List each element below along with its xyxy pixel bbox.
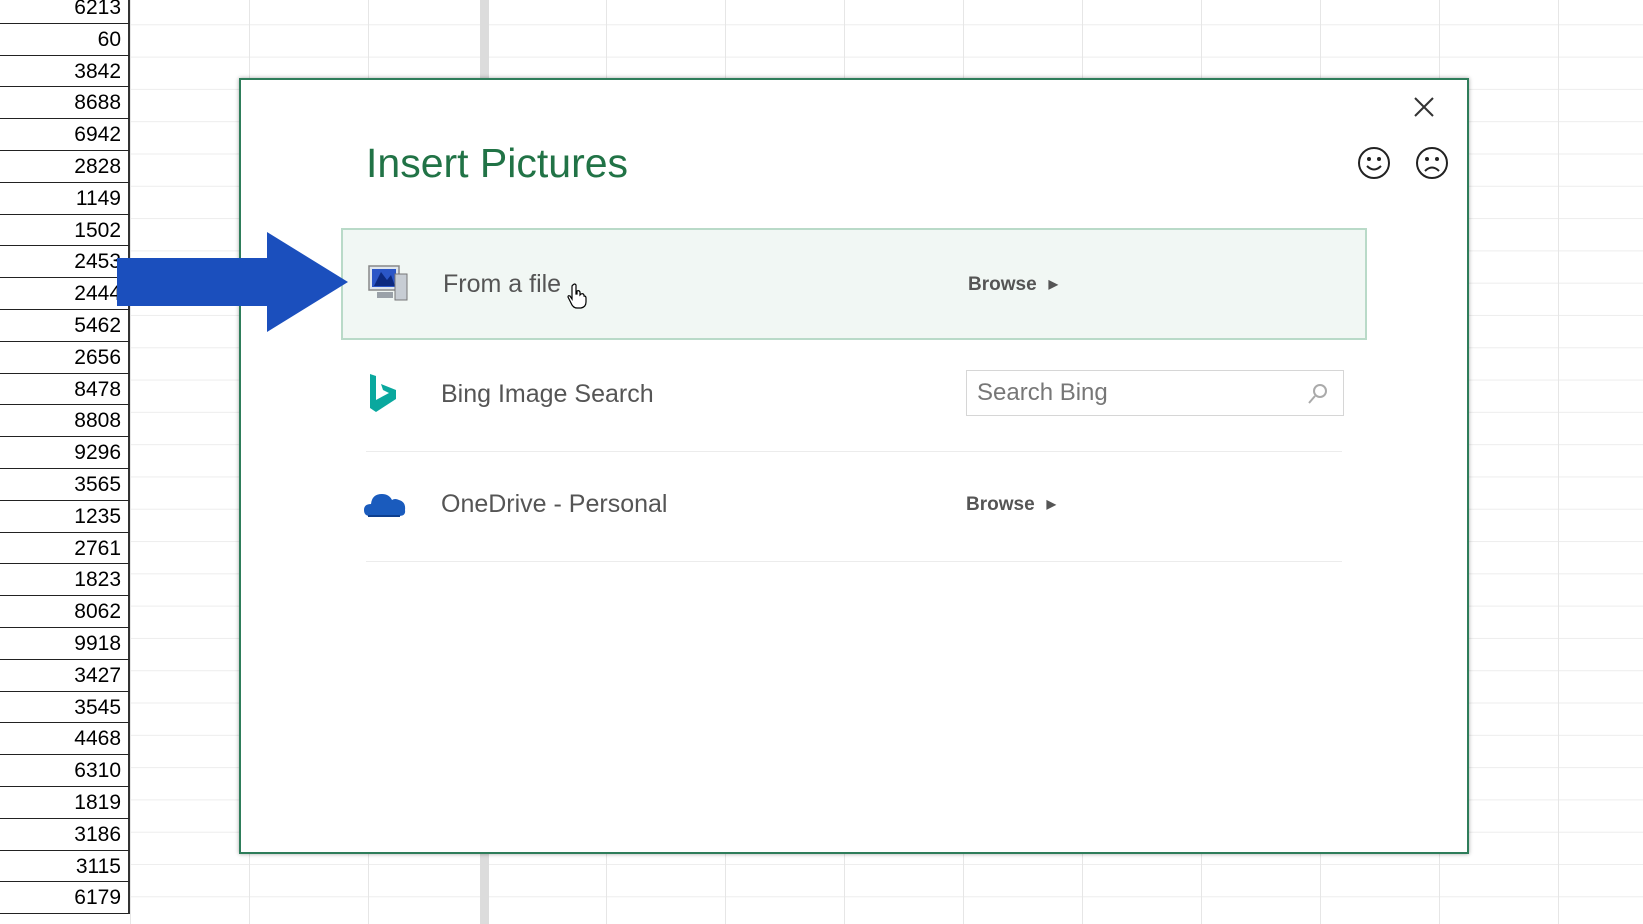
onedrive-browse-link[interactable]: Browse ▶ [966, 494, 1056, 516]
insert-pictures-dialog: Insert Pictures From a file Browse ▶ Bin… [239, 78, 1469, 854]
computer-icon [365, 262, 411, 306]
table-cell[interactable]: 3545 [0, 691, 130, 724]
table-cell[interactable]: 3186 [0, 818, 130, 851]
from-a-file-label: From a file [443, 270, 562, 298]
search-icon[interactable] [1307, 383, 1329, 405]
table-cell[interactable]: 6310 [0, 755, 130, 787]
table-cell[interactable]: 6179 [0, 882, 130, 915]
browse-label: Browse [968, 274, 1037, 295]
dialog-title: Insert Pictures [366, 140, 629, 186]
table-cell[interactable]: 1149 [0, 182, 130, 215]
onedrive-cloud-icon [362, 482, 408, 526]
from-a-file-option[interactable]: From a file Browse ▶ [341, 228, 1367, 340]
hand-cursor-icon [567, 283, 587, 309]
table-cell[interactable]: 9296 [0, 437, 130, 469]
table-cell[interactable]: 8062 [0, 596, 130, 628]
table-cell[interactable]: 8688 [0, 87, 130, 120]
table-cell[interactable]: 8478 [0, 373, 130, 406]
from-a-file-browse-link[interactable]: Browse ▶ [968, 274, 1058, 296]
table-cell[interactable]: 1502 [0, 214, 130, 247]
table-cell[interactable]: 8808 [0, 405, 130, 438]
caret-right-icon: ▶ [1046, 497, 1056, 511]
table-cell[interactable]: 2453 [0, 246, 130, 279]
caret-right-icon: ▶ [1048, 277, 1058, 291]
search-bing-box [966, 370, 1344, 416]
onedrive-personal-option[interactable]: OneDrive - Personal Browse ▶ [364, 450, 1342, 562]
send-smile-button[interactable] [1357, 146, 1391, 180]
table-cell[interactable]: 2444 [0, 278, 130, 310]
table-cell[interactable]: 4468 [0, 723, 130, 756]
table-cell[interactable]: 1823 [0, 564, 130, 597]
table-cell[interactable]: 3565 [0, 468, 130, 501]
table-cell[interactable]: 6942 [0, 119, 130, 151]
table-cell[interactable]: 2656 [0, 341, 130, 374]
close-button[interactable] [1409, 92, 1439, 122]
close-icon [1414, 97, 1434, 117]
send-frown-button[interactable] [1415, 146, 1449, 180]
table-cell[interactable]: 9918 [0, 627, 130, 660]
search-bing-input[interactable] [967, 371, 1297, 415]
smiley-face-icon [1358, 147, 1390, 179]
table-cell[interactable]: 60 [0, 23, 130, 56]
table-cell[interactable]: 2761 [0, 532, 130, 565]
table-cell[interactable]: 2828 [0, 150, 130, 183]
bing-image-search-label: Bing Image Search [441, 380, 654, 408]
table-cell[interactable]: 3115 [0, 850, 130, 883]
bing-image-search-option: Bing Image Search [366, 340, 1344, 452]
data-column: 6213 60 3842 8688 6942 2828 1149 1502 2453 2444 54… [0, 0, 130, 924]
table-cell[interactable]: 6213 [0, 0, 130, 24]
browse-label: Browse [966, 494, 1035, 515]
frowny-face-icon [1416, 147, 1448, 179]
table-cell[interactable]: 3842 [0, 55, 130, 88]
table-cell[interactable]: 1819 [0, 786, 130, 819]
table-cell[interactable]: 5462 [0, 309, 130, 342]
onedrive-personal-label: OneDrive - Personal [441, 490, 668, 518]
pointer-arrow-annotation [117, 232, 348, 332]
table-cell[interactable]: 3427 [0, 659, 130, 692]
table-cell[interactable]: 1235 [0, 500, 130, 533]
bing-logo-icon [362, 372, 408, 416]
